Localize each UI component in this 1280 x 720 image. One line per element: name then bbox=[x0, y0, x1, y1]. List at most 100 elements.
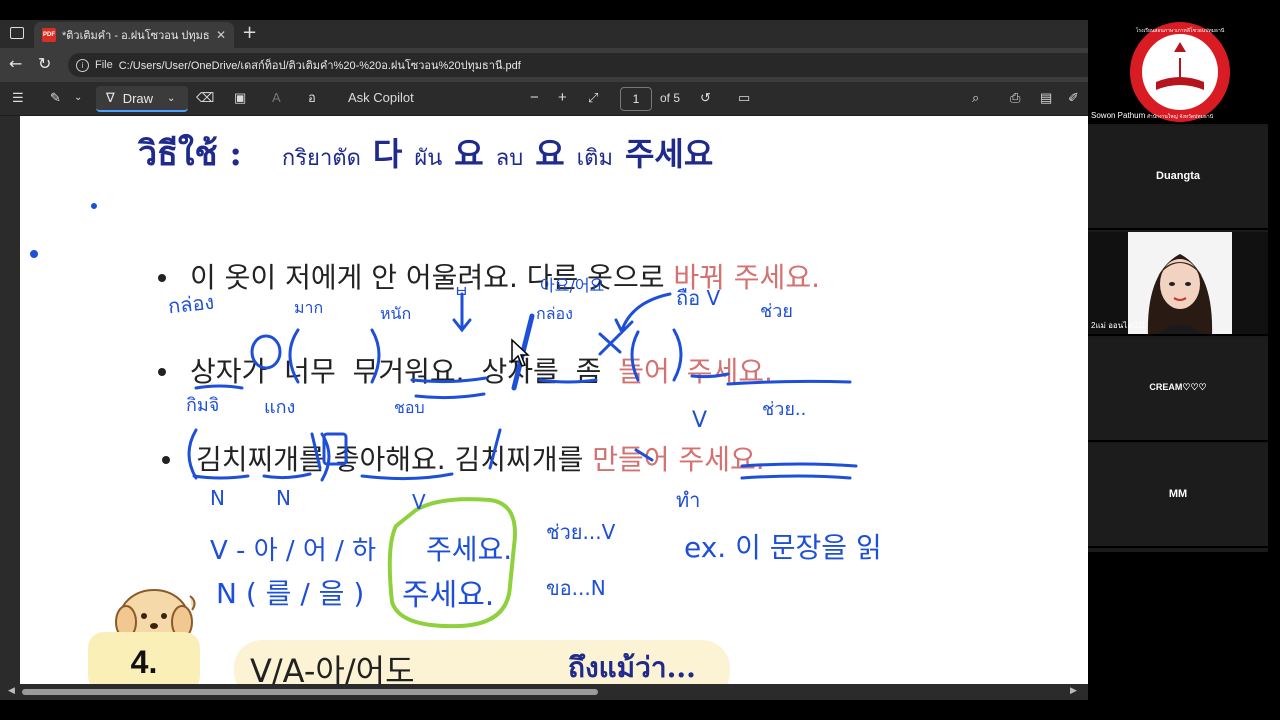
ink-example: ex. 이 문장을 읽 bbox=[684, 531, 882, 564]
ink-rule: ช่วย...V bbox=[546, 520, 616, 544]
chevron-down-icon[interactable]: ⌄ bbox=[74, 90, 82, 106]
ink-rule: N ( 를 / 을 ) bbox=[216, 577, 365, 610]
url-field[interactable]: i File C:/Users/User/OneDrive/เดสก์ท็อป/… bbox=[68, 53, 1088, 77]
scroll-right-icon[interactable]: ▶ bbox=[1070, 686, 1077, 696]
draw-button[interactable]: ∇ Draw ⌄ bbox=[96, 86, 188, 112]
new-tab-icon[interactable]: + bbox=[242, 24, 257, 42]
tab-actions-icon[interactable] bbox=[10, 27, 24, 39]
participant-name: Duangta bbox=[1156, 170, 1200, 182]
ink-note: N bbox=[276, 486, 291, 510]
ink-note: ช่วย bbox=[760, 301, 793, 322]
participant-tile[interactable]: 2แม่ ออนไลน์11 bbox=[1088, 232, 1268, 336]
eraser-icon[interactable]: ⌫ bbox=[196, 90, 214, 106]
text-box-icon[interactable]: ▣ bbox=[234, 90, 246, 106]
ink-slash bbox=[488, 428, 502, 470]
participant-name: 2แม่ ออนไลน์11 bbox=[1091, 321, 1146, 330]
ink-bracket bbox=[370, 328, 381, 384]
mouse-cursor-icon bbox=[511, 338, 530, 367]
ink-note: ช่วย.. bbox=[762, 399, 807, 420]
contents-icon[interactable]: ☰ bbox=[12, 90, 24, 106]
ink-underline bbox=[690, 372, 730, 379]
ink-bracket bbox=[187, 428, 198, 480]
ink-underline bbox=[740, 474, 852, 480]
ink-note: ทำ bbox=[676, 488, 701, 512]
address-bar: ← ↻ i File C:/Users/User/OneDrive/เดสก์ท… bbox=[0, 48, 1088, 82]
ink-underline bbox=[410, 376, 488, 384]
page-view-icon[interactable]: ▭ bbox=[738, 90, 750, 106]
participant-tile[interactable]: Duangta bbox=[1088, 126, 1268, 230]
scrollbar-thumb[interactable] bbox=[22, 689, 598, 695]
ink-rule: 주세요. bbox=[402, 578, 495, 613]
participant-tile[interactable]: MM bbox=[1088, 444, 1268, 548]
ink-underline bbox=[192, 474, 250, 480]
pen-icon: ∇ bbox=[106, 90, 115, 105]
ink-note: V bbox=[412, 490, 426, 514]
school-logo-icon: โรงเรียนสอนภาษาเกาหลีโซวอนปทุมธานี สำนัก… bbox=[1128, 20, 1232, 122]
ask-copilot-button[interactable]: Ask Copilot bbox=[348, 90, 414, 106]
ink-underline bbox=[740, 462, 858, 468]
print-icon[interactable]: ⎙ bbox=[1010, 90, 1020, 106]
zoom-in-button[interactable]: + bbox=[558, 90, 567, 106]
back-icon[interactable]: ← bbox=[9, 56, 22, 72]
ink-arrow bbox=[614, 292, 672, 335]
ink-underline bbox=[414, 392, 486, 400]
grammar-meaning: ถึงแม้ว่า... bbox=[568, 651, 696, 684]
draw-label: Draw bbox=[122, 90, 154, 106]
ink-dot bbox=[91, 203, 97, 209]
ink-rule: 주세요. bbox=[426, 533, 513, 566]
ink-underline bbox=[538, 378, 598, 384]
refresh-icon[interactable]: ↻ bbox=[38, 56, 51, 72]
ink-cross bbox=[634, 448, 654, 462]
zoom-out-button[interactable]: − bbox=[530, 90, 539, 106]
tab-pdf[interactable]: PDF *ติวเติมคำ - อ.ฝนโซวอน ปทุมธานี.pdf … bbox=[34, 22, 234, 48]
url-scheme-label: File bbox=[95, 59, 113, 71]
ink-note: หนัก bbox=[380, 304, 412, 323]
ink-note: กิมจิ bbox=[186, 395, 220, 416]
save-as-icon[interactable]: ✐ bbox=[1068, 90, 1079, 106]
tab-title: *ติวเติมคำ - อ.ฝนโซวอน ปทุมธานี.pdf bbox=[62, 30, 210, 42]
ink-cross bbox=[598, 332, 622, 356]
save-icon[interactable]: ▤ bbox=[1040, 90, 1052, 106]
participant-name: Sowon Pathum bbox=[1091, 111, 1146, 120]
ink-note: V bbox=[692, 408, 708, 433]
ink-bracket bbox=[630, 330, 640, 382]
logo-text: สำนักงานใหญ่ จังหวัดปทุมธานี bbox=[1147, 113, 1214, 120]
ink-note: กล่อง bbox=[166, 289, 216, 319]
pdf-toolbar: ☰ ✎ ⌄ ∇ Draw ⌄ ⌫ ▣ A อ Ask Copilot − + ⤢… bbox=[0, 82, 1088, 116]
ink-note: กล่อง bbox=[536, 304, 573, 323]
search-icon[interactable]: ⌕ bbox=[972, 90, 979, 106]
ink-note: 아요/어요 bbox=[540, 276, 605, 295]
ink-underline bbox=[726, 379, 852, 386]
fit-page-icon[interactable]: ⤢ bbox=[588, 90, 598, 106]
horizontal-scrollbar[interactable]: ◀ ▶ bbox=[0, 684, 1088, 700]
browser-window: PDF *ติวเติมคำ - อ.ฝนโซวอน ปทุมธานี.pdf … bbox=[0, 20, 1088, 700]
ink-dot bbox=[30, 250, 38, 258]
scroll-left-icon[interactable]: ◀ bbox=[8, 686, 15, 696]
ink-rule: V - 아 / 어 / 하 bbox=[210, 536, 377, 566]
ink-note: ชอบ bbox=[394, 398, 425, 417]
text-format-icon: A bbox=[272, 90, 281, 105]
ink-rule: ขอ...N bbox=[546, 576, 606, 600]
participant-tile[interactable]: โรงเรียนสอนภาษาเกาหลีโซวอนปทุมธานี สำนัก… bbox=[1088, 20, 1268, 124]
ink-bracket bbox=[672, 328, 683, 382]
highlight-icon[interactable]: ✎ bbox=[50, 90, 61, 106]
pdf-icon: PDF bbox=[42, 28, 56, 42]
close-tab-icon[interactable]: ✕ bbox=[216, 28, 226, 42]
url-text: C:/Users/User/OneDrive/เดสก์ท็อป/ติวเติม… bbox=[118, 60, 521, 72]
document-viewport[interactable]: วิธีใช้ : กริยาตัด 다 ผัน 요 ลบ 요 เติม 주세요… bbox=[0, 116, 1088, 684]
read-aloud-button[interactable]: อ bbox=[308, 90, 316, 106]
rotate-icon[interactable]: ↺ bbox=[700, 90, 711, 106]
info-icon[interactable]: i bbox=[76, 58, 89, 72]
ink-underline bbox=[194, 384, 244, 390]
page-total: of 5 bbox=[660, 91, 681, 105]
participant-tile[interactable]: CREAM♡♡♡ bbox=[1088, 338, 1268, 442]
participants-panel: โรงเรียนสอนภาษาเกาหลีโซวอนปทุมธานี สำนัก… bbox=[1088, 20, 1268, 552]
ink-circle bbox=[250, 334, 282, 370]
pdf-page: วิธีใช้ : กริยาตัด 다 ผัน 요 ลบ 요 เติม 주세요… bbox=[20, 116, 1088, 684]
ink-underline bbox=[360, 472, 454, 481]
ink-note: มาก bbox=[294, 298, 324, 317]
ink-underline bbox=[262, 472, 312, 480]
ink-note: ㅂ bbox=[454, 282, 469, 301]
screen: PDF *ติวเติมคำ - อ.ฝนโซวอน ปทุมธานี.pdf … bbox=[0, 0, 1280, 720]
page-number-input[interactable]: 1 bbox=[620, 87, 652, 111]
